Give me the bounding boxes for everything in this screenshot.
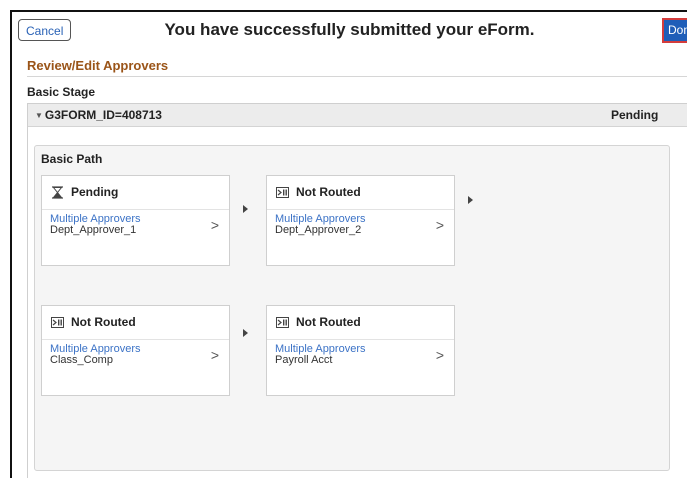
step-arrow-icon — [468, 196, 473, 204]
eform-window: Cancel You have successfully submitted y… — [10, 10, 687, 478]
stage-panel: ▼ G3FORM_ID=408713 Pending Basic Path Pen… — [27, 103, 687, 478]
not-routed-icon — [51, 317, 64, 328]
approval-step-card[interactable]: Pending Multiple Approvers Dept_Approver… — [41, 175, 230, 266]
page-title: You have successfully submitted your eFo… — [164, 20, 535, 39]
step-status: Not Routed — [296, 185, 361, 199]
step-header: Not Routed — [42, 306, 229, 340]
stage-label: Basic Stage — [27, 85, 96, 99]
hourglass-icon — [52, 186, 63, 199]
approver-name: Class_Comp — [50, 354, 113, 366]
approval-step-card[interactable]: Not Routed Multiple Approvers Dept_Appro… — [266, 175, 455, 266]
form-id-label: G3FORM_ID=408713 — [44, 108, 162, 122]
not-routed-icon — [276, 317, 289, 328]
path-title: Basic Path — [41, 152, 103, 166]
chevron-right-icon[interactable]: > — [436, 217, 444, 233]
step-status: Pending — [71, 185, 119, 199]
approver-name: Dept_Approver_1 — [50, 224, 137, 236]
stage-status: Pending — [611, 108, 659, 122]
form-id-group: ▼ G3FORM_ID=408713 — [35, 108, 162, 122]
stage-header[interactable]: ▼ G3FORM_ID=408713 Pending — [28, 104, 687, 127]
approver-name: Dept_Approver_2 — [275, 224, 362, 236]
step-header: Pending — [42, 176, 229, 210]
step-header: Not Routed — [267, 306, 454, 340]
section-title: Review/Edit Approvers — [27, 58, 169, 73]
approval-step-card[interactable]: Not Routed Multiple Approvers Class_Comp… — [41, 305, 230, 396]
approver-name: Payroll Acct — [275, 354, 333, 366]
step-header: Not Routed — [267, 176, 454, 210]
step-status: Not Routed — [296, 315, 361, 329]
chevron-right-icon[interactable]: > — [436, 347, 444, 363]
approval-step-card[interactable]: Not Routed Multiple Approvers Payroll Ac… — [266, 305, 455, 396]
step-arrow-icon — [243, 329, 248, 337]
approval-path: Basic Path Pending Multiple Approvers De… — [34, 145, 670, 471]
step-status: Not Routed — [71, 315, 136, 329]
chevron-right-icon[interactable]: > — [211, 217, 219, 233]
collapse-caret-icon[interactable]: ▼ — [35, 111, 43, 120]
done-button[interactable]: Done — [662, 18, 687, 43]
step-arrow-icon — [243, 205, 248, 213]
chevron-right-icon[interactable]: > — [211, 347, 219, 363]
not-routed-icon — [276, 187, 289, 198]
section-divider — [27, 76, 687, 77]
header-bar: Cancel You have successfully submitted y… — [12, 12, 687, 50]
